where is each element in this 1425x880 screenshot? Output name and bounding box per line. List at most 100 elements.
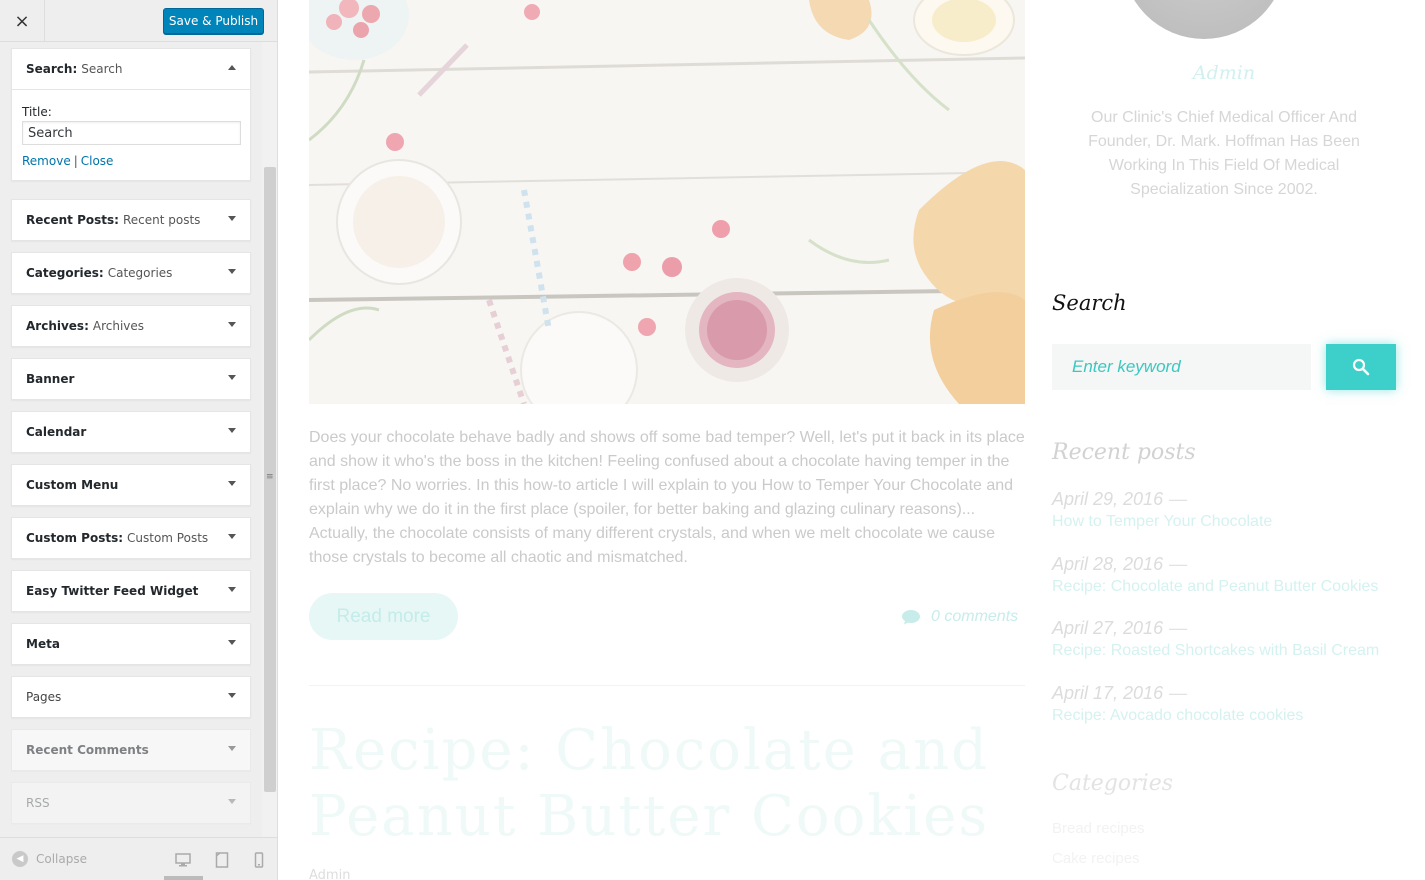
widget-type: Recent Comments xyxy=(26,743,149,757)
tablet-preview-icon[interactable] xyxy=(212,850,232,870)
chevron-down-icon[interactable] xyxy=(228,428,236,433)
title-field-label: Title: xyxy=(22,105,52,119)
widget-title: Categories xyxy=(107,266,173,280)
recent-post-item: April 27, 2016— Recipe: Roasted Shortcak… xyxy=(1052,617,1402,663)
comments-count: 0 comments xyxy=(931,608,1019,625)
widget-type: Calendar xyxy=(26,425,87,439)
author-avatar xyxy=(1122,0,1286,39)
category-link[interactable]: Cake recipes xyxy=(1052,850,1140,867)
recent-posts-title: Recent posts xyxy=(1052,440,1196,465)
widget-title: Custom Posts xyxy=(127,531,209,545)
comment-icon xyxy=(902,610,920,625)
recent-post-item: April 28, 2016— Recipe: Chocolate and Pe… xyxy=(1052,553,1402,599)
widget-type: Search: xyxy=(26,62,78,76)
recent-post-link[interactable]: Recipe: Chocolate and Peanut Butter Cook… xyxy=(1052,575,1402,599)
search-icon xyxy=(1352,358,1370,376)
resize-handle-icon[interactable]: ≡ xyxy=(266,472,274,482)
widget-archives[interactable]: Archives: Archives xyxy=(11,305,251,347)
collapse-button[interactable]: ◀ Collapse xyxy=(12,851,87,867)
post-title[interactable]: Recipe: Chocolate and Peanut Butter Cook… xyxy=(309,718,1029,850)
recent-post-date: April 29, 2016 xyxy=(1052,489,1164,509)
widget-type: Meta xyxy=(26,637,60,651)
chevron-down-icon[interactable] xyxy=(228,799,236,804)
widget-custom-menu[interactable]: Custom Menu xyxy=(11,464,251,506)
site-preview: Does your chocolate behave badly and sho… xyxy=(279,0,1425,880)
chevron-down-icon[interactable] xyxy=(228,375,236,380)
widget-meta[interactable]: Meta xyxy=(11,623,251,665)
chevron-down-icon[interactable] xyxy=(228,693,236,698)
chevron-down-icon[interactable] xyxy=(228,322,236,327)
close-widget-link[interactable]: Close xyxy=(81,154,114,168)
active-device-indicator xyxy=(164,876,203,880)
widget-type: Custom Menu xyxy=(26,478,119,492)
chevron-down-icon[interactable] xyxy=(228,216,236,221)
widget-search-header[interactable]: Search: Search xyxy=(12,49,250,89)
widget-twitter-feed[interactable]: Easy Twitter Feed Widget xyxy=(11,570,251,612)
search-input[interactable] xyxy=(1052,344,1311,390)
recent-post-link[interactable]: Recipe: Avocado chocolate cookies xyxy=(1052,704,1402,728)
actions-separator: | xyxy=(73,154,78,168)
date-dash: — xyxy=(1169,683,1188,703)
post-author[interactable]: Admin xyxy=(309,868,350,880)
desktop-preview-icon[interactable] xyxy=(173,850,193,870)
chevron-down-icon[interactable] xyxy=(228,269,236,274)
customizer-panel: × Save & Publish Search: Search Title: R… xyxy=(0,0,278,880)
widget-custom-posts[interactable]: Custom Posts: Custom Posts xyxy=(11,517,251,559)
date-dash: — xyxy=(1169,554,1188,574)
widget-search: Search: Search Title: Remove|Close xyxy=(11,48,251,181)
widget-banner[interactable]: Banner xyxy=(11,358,251,400)
chevron-down-icon[interactable] xyxy=(228,534,236,539)
save-publish-button[interactable]: Save & Publish xyxy=(163,8,264,34)
widget-type: Recent Posts: xyxy=(26,213,119,227)
chevron-down-icon[interactable] xyxy=(228,746,236,751)
close-customizer-button[interactable]: × xyxy=(0,0,45,42)
search-widget-title: Search xyxy=(1052,291,1127,315)
widget-list: Search: Search Title: Remove|Close Recen… xyxy=(0,42,262,837)
sidebar-scrollbar[interactable] xyxy=(262,42,277,837)
collapse-arrow-icon: ◀ xyxy=(12,851,28,867)
date-dash: — xyxy=(1169,618,1188,638)
chevron-down-icon[interactable] xyxy=(228,640,236,645)
category-link[interactable]: Bread recipes xyxy=(1052,820,1145,837)
widget-title: Archives xyxy=(92,319,145,333)
chevron-up-icon[interactable] xyxy=(228,65,236,70)
widget-type: Pages xyxy=(26,690,62,704)
widget-pages[interactable]: Pages xyxy=(11,676,251,718)
widget-recent-posts[interactable]: Recent Posts: Recent posts xyxy=(11,199,251,241)
post-featured-image[interactable] xyxy=(309,0,1025,404)
widget-type: Easy Twitter Feed Widget xyxy=(26,584,199,598)
recent-post-date: April 28, 2016 xyxy=(1052,554,1164,574)
mobile-preview-icon[interactable] xyxy=(249,850,269,870)
recent-post-link[interactable]: Recipe: Roasted Shortcakes with Basil Cr… xyxy=(1052,639,1402,663)
widget-type: Banner xyxy=(26,372,75,386)
post-excerpt: Does your chocolate behave badly and sho… xyxy=(309,429,1025,566)
recent-post-item: April 17, 2016— Recipe: Avocado chocolat… xyxy=(1052,682,1402,728)
recent-post-date: April 17, 2016 xyxy=(1052,683,1164,703)
widget-type: RSS xyxy=(26,796,50,810)
chevron-down-icon[interactable] xyxy=(228,481,236,486)
widget-search-form: Title: Remove|Close xyxy=(12,89,250,180)
read-more-button[interactable]: Read more xyxy=(309,593,458,640)
customizer-footer: ◀ Collapse xyxy=(0,837,277,880)
search-button[interactable] xyxy=(1326,344,1396,390)
widget-actions: Remove | Close xyxy=(22,154,240,168)
collapse-label: Collapse xyxy=(36,852,87,866)
widget-categories[interactable]: Categories: Categories xyxy=(11,252,251,294)
customizer-header: × Save & Publish xyxy=(0,0,277,42)
chevron-down-icon[interactable] xyxy=(228,587,236,592)
categories-title: Categories xyxy=(1052,771,1173,796)
remove-widget-link[interactable]: Remove xyxy=(22,154,71,168)
date-dash: — xyxy=(1169,489,1188,509)
widget-rss[interactable]: RSS xyxy=(11,782,251,824)
author-name[interactable]: Admin xyxy=(1052,62,1396,84)
widget-title: Search xyxy=(81,62,123,76)
widget-type: Categories: xyxy=(26,266,104,280)
comments-link[interactable]: 0 comments xyxy=(901,608,1018,626)
recent-post-link[interactable]: How to Temper Your Chocolate xyxy=(1052,510,1402,534)
widget-recent-comments[interactable]: Recent Comments xyxy=(11,729,251,771)
recent-post-item: April 29, 2016— How to Temper Your Choco… xyxy=(1052,488,1402,534)
title-field[interactable] xyxy=(22,121,241,145)
widget-calendar[interactable]: Calendar xyxy=(11,411,251,453)
author-bio: Our Clinic's Chief Medical Officer And F… xyxy=(1088,109,1360,198)
post-divider xyxy=(309,685,1025,686)
